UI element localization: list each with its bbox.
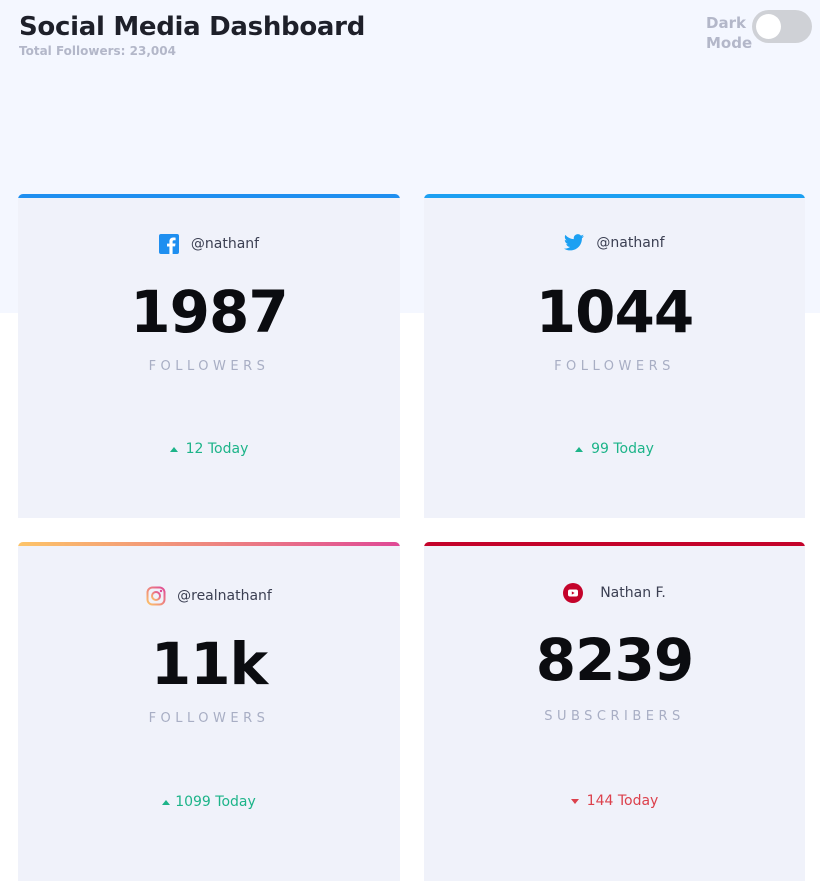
total-followers: Total Followers: 23,004 bbox=[19, 44, 176, 58]
daily-change: 12 Today bbox=[18, 441, 400, 457]
youtube-icon bbox=[563, 583, 584, 603]
daily-change-text: 99 Today bbox=[591, 441, 654, 457]
count-unit: FOLLOWERS bbox=[554, 359, 675, 374]
follower-count: 1987 bbox=[130, 278, 288, 346]
card-youtube[interactable]: Nathan F. 8239 SUBSCRIBERS 144 Today bbox=[424, 542, 805, 881]
handle-text: @realnathanf bbox=[177, 588, 272, 604]
card-accent-bar bbox=[424, 194, 805, 198]
instagram-icon bbox=[146, 586, 166, 606]
count-unit: FOLLOWERS bbox=[148, 359, 270, 374]
page-title: Social Media Dashboard bbox=[19, 12, 366, 42]
card-accent-bar bbox=[424, 542, 805, 546]
page-header: Social Media Dashboard Total Followers: … bbox=[19, 10, 365, 58]
dark-mode-label-line-1: Dark bbox=[706, 14, 746, 32]
handle-text: @nathanf bbox=[596, 234, 665, 251]
card-handle: @nathanf bbox=[18, 234, 400, 254]
card-handle: Nathan F. bbox=[424, 583, 805, 603]
daily-change: 144 Today bbox=[424, 793, 805, 809]
card-handle: @realnathanf bbox=[18, 586, 400, 606]
dark-mode-label: Dark Mode bbox=[706, 13, 752, 53]
daily-change: 1099 Today bbox=[18, 794, 400, 810]
toggle-knob bbox=[756, 14, 781, 39]
follower-count: 1044 bbox=[535, 278, 694, 346]
subscriber-count: 8239 bbox=[535, 626, 694, 694]
card-handle: @nathanf bbox=[424, 234, 805, 251]
dark-mode-label-line-2: Mode bbox=[706, 34, 753, 52]
dark-mode-control: Dark Mode bbox=[706, 10, 812, 53]
card-accent-bar bbox=[18, 194, 400, 198]
daily-change-text: 12 Today bbox=[185, 441, 249, 457]
follower-count: 11k bbox=[150, 630, 268, 698]
card-facebook[interactable]: @nathanf 1987 FOLLOWERS 12 Today bbox=[18, 194, 400, 518]
twitter-icon bbox=[564, 234, 585, 251]
daily-change-text: 144 Today bbox=[586, 793, 659, 809]
facebook-icon bbox=[158, 234, 179, 254]
dark-mode-toggle[interactable] bbox=[752, 10, 812, 43]
arrow-down-icon bbox=[570, 798, 579, 804]
card-accent-bar bbox=[18, 542, 400, 546]
count-unit: SUBSCRIBERS bbox=[544, 709, 685, 724]
arrow-up-icon bbox=[575, 446, 584, 452]
handle-text: @nathanf bbox=[190, 236, 260, 252]
count-unit: FOLLOWERS bbox=[148, 711, 270, 726]
arrow-up-icon bbox=[169, 446, 178, 452]
card-instagram[interactable]: @realnathanf 11k FOLLOWERS 1099 Today bbox=[18, 542, 400, 881]
arrow-up-icon bbox=[162, 799, 171, 805]
card-twitter[interactable]: @nathanf 1044 FOLLOWERS 99 Today bbox=[424, 194, 805, 518]
handle-text: Nathan F. bbox=[600, 585, 666, 601]
daily-change-text: 1099 Today bbox=[175, 794, 256, 810]
daily-change: 99 Today bbox=[424, 441, 805, 457]
